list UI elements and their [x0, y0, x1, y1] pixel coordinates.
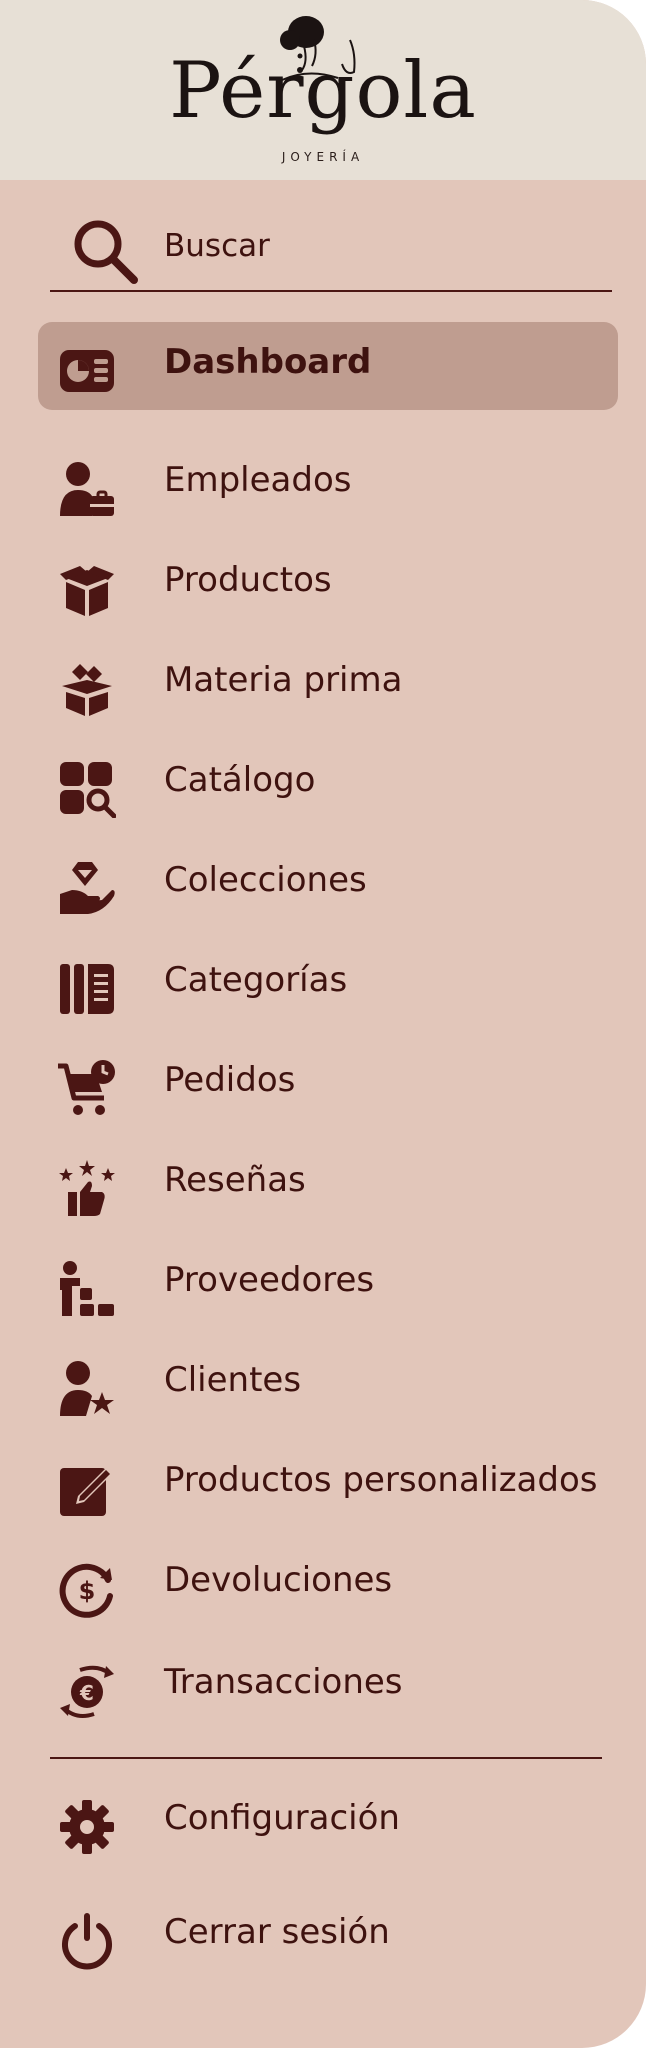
nav-item-catalogo[interactable]: Catálogo — [38, 740, 618, 828]
nav-item-resenas[interactable]: Reseñas — [38, 1140, 618, 1228]
nav-label: Reseñas — [164, 1160, 306, 1200]
sidebar: Pérgola JOYERÍA Buscar Dashboard Emplead… — [0, 0, 646, 2048]
nav-label: Devoluciones — [164, 1560, 393, 1600]
nav-item-productos[interactable]: Productos — [38, 540, 618, 628]
categories-icon — [60, 964, 114, 1014]
nav-label: Categorías — [164, 960, 348, 1000]
search-label: Buscar — [164, 228, 270, 264]
nav-item-categorias[interactable]: Categorías — [38, 940, 618, 1028]
nav-label: Pedidos — [164, 1060, 296, 1100]
nav-label: Dashboard — [164, 342, 372, 382]
nav-item-transacciones[interactable]: € Transacciones — [38, 1642, 618, 1730]
menu-divider — [50, 1757, 602, 1759]
search-bar[interactable]: Buscar — [50, 212, 612, 292]
transactions-icon: € — [60, 1665, 114, 1718]
nav-label: Productos personalizados — [164, 1460, 598, 1500]
nav-label: Clientes — [164, 1360, 302, 1400]
search-icon — [74, 220, 138, 284]
brand-name: Pérgola — [169, 46, 477, 136]
nav-item-clientes[interactable]: Clientes — [38, 1340, 618, 1428]
nav-label: Catálogo — [164, 760, 316, 800]
catalog-icon — [60, 762, 116, 818]
settings-label: Configuración — [164, 1798, 400, 1838]
power-icon — [62, 1913, 112, 1970]
dashboard-icon — [60, 350, 114, 392]
nav-item-devoluciones[interactable]: $ Devoluciones — [38, 1540, 618, 1628]
nav-item-dashboard[interactable]: Dashboard — [38, 322, 618, 410]
custom-products-icon — [60, 1468, 112, 1516]
employee-icon — [60, 462, 114, 516]
nav-label: Materia prima — [164, 660, 403, 700]
reviews-icon — [59, 1160, 115, 1216]
returns-icon: $ — [59, 1563, 113, 1618]
box-icon — [60, 566, 114, 616]
nav-item-empleados[interactable]: Empleados — [38, 440, 618, 528]
svg-text:$: $ — [79, 1577, 96, 1605]
logout-button[interactable]: Cerrar sesión — [38, 1892, 618, 1980]
clients-icon — [60, 1361, 114, 1416]
brand-subtitle: JOYERÍA — [281, 150, 365, 164]
nav-label: Proveedores — [164, 1260, 375, 1300]
nav-item-proveedores[interactable]: Proveedores — [38, 1240, 618, 1328]
nav-label: Colecciones — [164, 860, 367, 900]
nav-item-colecciones[interactable]: Colecciones — [38, 840, 618, 928]
cart-icon — [58, 1060, 115, 1115]
nav-item-productos-personalizados[interactable]: Productos personalizados — [38, 1440, 618, 1528]
logo-header: Pérgola JOYERÍA — [0, 0, 646, 180]
settings-button[interactable]: Configuración — [38, 1778, 618, 1866]
nav-label: Productos — [164, 560, 332, 600]
suppliers-icon — [60, 1261, 114, 1316]
gear-icon — [60, 1800, 114, 1854]
raw-material-icon — [62, 664, 112, 716]
logout-label: Cerrar sesión — [164, 1912, 390, 1952]
nav-item-pedidos[interactable]: Pedidos — [38, 1040, 618, 1128]
collection-icon — [60, 862, 115, 914]
nav-label: Empleados — [164, 460, 352, 500]
nav-label: Transacciones — [164, 1662, 403, 1702]
svg-text:€: € — [79, 1681, 94, 1705]
nav-item-materia-prima[interactable]: Materia prima — [38, 640, 618, 728]
